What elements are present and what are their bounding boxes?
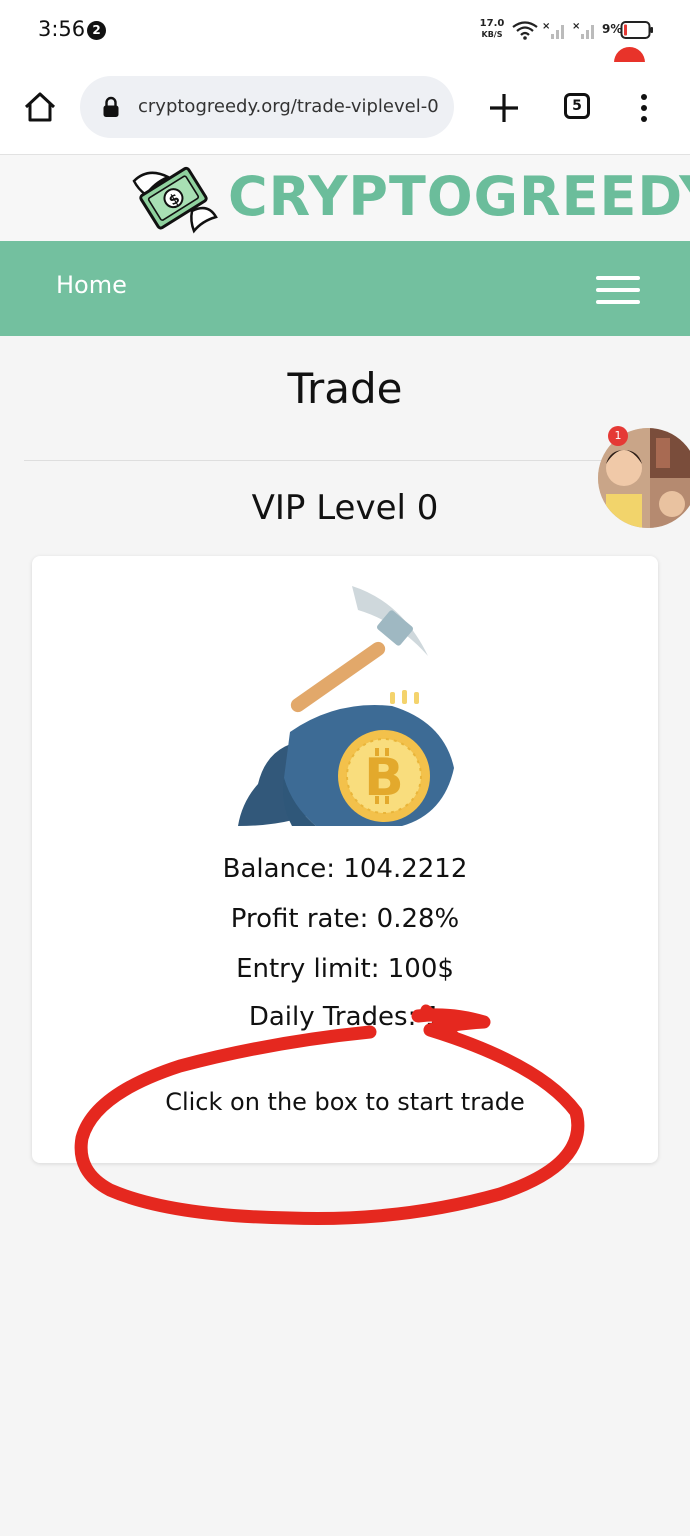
address-bar[interactable]: cryptogreedy.org/trade-viplevel-0 [80,76,454,138]
notification-count-badge: 2 [87,21,106,40]
svg-text:×: × [572,21,580,32]
signal-icon-sim2: × [572,21,594,39]
hamburger-menu-icon[interactable] [596,275,640,305]
svg-text:×: × [542,21,550,32]
flying-money-logo-icon[interactable]: $ [128,155,220,239]
kebab-menu-icon[interactable] [635,93,653,123]
divider [24,460,666,461]
status-bar: 3:56 2 17.0 KB/S × × 9% [0,0,690,62]
status-time: 3:56 [38,17,86,41]
tab-switcher-button[interactable]: 5 [564,93,590,119]
new-tab-icon[interactable] [486,90,522,126]
entry-limit-text: Entry limit: 100$ [236,954,454,984]
signal-icon-sim1: × [542,21,564,39]
page-title: Trade [287,364,403,413]
balance-text: Balance: 104.2212 [222,854,468,884]
network-speed-unit: KB/S [481,30,503,39]
profit-rate-text: Profit rate: 0.28% [230,904,460,934]
home-icon[interactable] [22,89,58,125]
start-trade-hint[interactable]: Click on the box to start trade [32,1088,658,1116]
wifi-icon [512,21,538,40]
daily-trades-text: Daily Trades: 1 [248,1002,442,1032]
battery-icon [620,21,653,39]
nav-home-link[interactable]: Home [56,271,127,299]
site-logo-text[interactable]: CRYPTOGREEDY [228,165,690,228]
site-navbar: Home [0,241,690,336]
trade-box[interactable]: B Balance: 104.2212 Profit rate: 0.28% E… [32,556,658,1163]
bitcoin-mining-icon[interactable]: B [232,582,462,830]
site-header: $ CRYPTOGREEDY [0,155,690,241]
url-text: cryptogreedy.org/trade-viplevel-0 [138,96,439,117]
network-speed-value: 17.0 [479,18,505,29]
browser-toolbar: cryptogreedy.org/trade-viplevel-0 5 [0,62,690,155]
chat-head-badge: 1 [608,426,628,446]
network-speed: 17.0 KB/S [477,18,507,40]
lock-icon [103,96,119,117]
vip-level-heading: VIP Level 0 [251,488,439,528]
svg-text:B: B [364,748,404,808]
